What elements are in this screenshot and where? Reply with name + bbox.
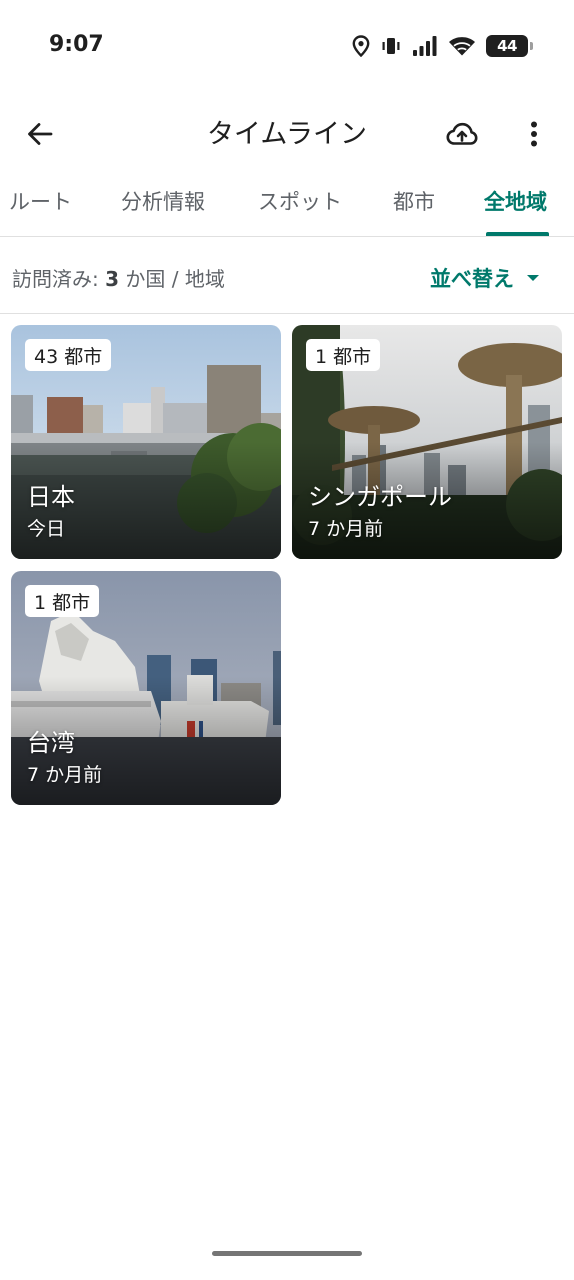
city-count-badge: 1 都市 bbox=[25, 585, 100, 617]
app-bar: タイムライン bbox=[0, 92, 574, 174]
page-title: タイムライン bbox=[206, 119, 368, 150]
region-name: 台湾 bbox=[27, 729, 75, 757]
city-count-badge: 1 都市 bbox=[306, 339, 381, 371]
tab-places[interactable]: スポット bbox=[258, 186, 342, 216]
more-vert-icon bbox=[531, 121, 537, 147]
visited-prefix: 訪問済み: bbox=[12, 267, 106, 291]
cloud-upload-icon bbox=[446, 122, 478, 145]
signal-icon bbox=[413, 36, 437, 56]
status-bar: 9:07 44 bbox=[0, 0, 574, 92]
city-count-badge: 43 都市 bbox=[25, 339, 112, 371]
region-card-japan[interactable]: 43 都市 日本 今日 bbox=[11, 325, 281, 559]
tab-cities[interactable]: 都市 bbox=[393, 186, 435, 216]
battery-level: 44 bbox=[497, 37, 517, 55]
last-visit: 今日 bbox=[27, 518, 66, 540]
dropdown-arrow-icon bbox=[527, 275, 539, 281]
battery-icon: 44 bbox=[486, 35, 533, 57]
tab-insights[interactable]: 分析情報 bbox=[121, 186, 205, 216]
region-name: シンガポール bbox=[308, 483, 452, 511]
region-name: 日本 bbox=[27, 483, 75, 511]
last-visit: 7 か月前 bbox=[27, 764, 103, 786]
last-visit: 7 か月前 bbox=[308, 518, 384, 540]
tab-bar: ルート 分析情報 スポット 都市 全地域 bbox=[0, 172, 574, 236]
cloud-upload-button[interactable] bbox=[442, 114, 482, 154]
location-icon bbox=[352, 35, 370, 57]
sort-label: 並べ替え bbox=[430, 267, 514, 291]
visited-count: 3 bbox=[105, 267, 120, 291]
wifi-icon bbox=[449, 37, 475, 56]
status-time: 9:07 bbox=[49, 32, 104, 57]
vibrate-icon bbox=[382, 38, 400, 54]
timeline-screen: 9:07 44 タイムライン ルート 分析情報 スポット 都市 全地域 訪問済み… bbox=[0, 0, 574, 1280]
summary-row: 訪問済み: 3 か国 / 地域 並べ替え bbox=[0, 237, 574, 313]
more-options-button[interactable] bbox=[516, 114, 552, 154]
status-icons: 44 bbox=[352, 32, 533, 60]
visited-suffix: か国 / 地域 bbox=[119, 267, 225, 291]
region-card-taiwan[interactable]: 1 都市 台湾 7 か月前 bbox=[11, 571, 281, 805]
home-indicator[interactable] bbox=[212, 1251, 362, 1256]
visited-summary: 訪問済み: 3 か国 / 地域 bbox=[12, 263, 225, 292]
sort-button[interactable]: 並べ替え bbox=[430, 263, 540, 293]
tab-routes[interactable]: ルート bbox=[9, 186, 72, 216]
tab-all-regions[interactable]: 全地域 bbox=[484, 186, 547, 216]
region-card-singapore[interactable]: 1 都市 シンガポール 7 か月前 bbox=[292, 325, 562, 559]
summary-divider bbox=[0, 313, 574, 314]
